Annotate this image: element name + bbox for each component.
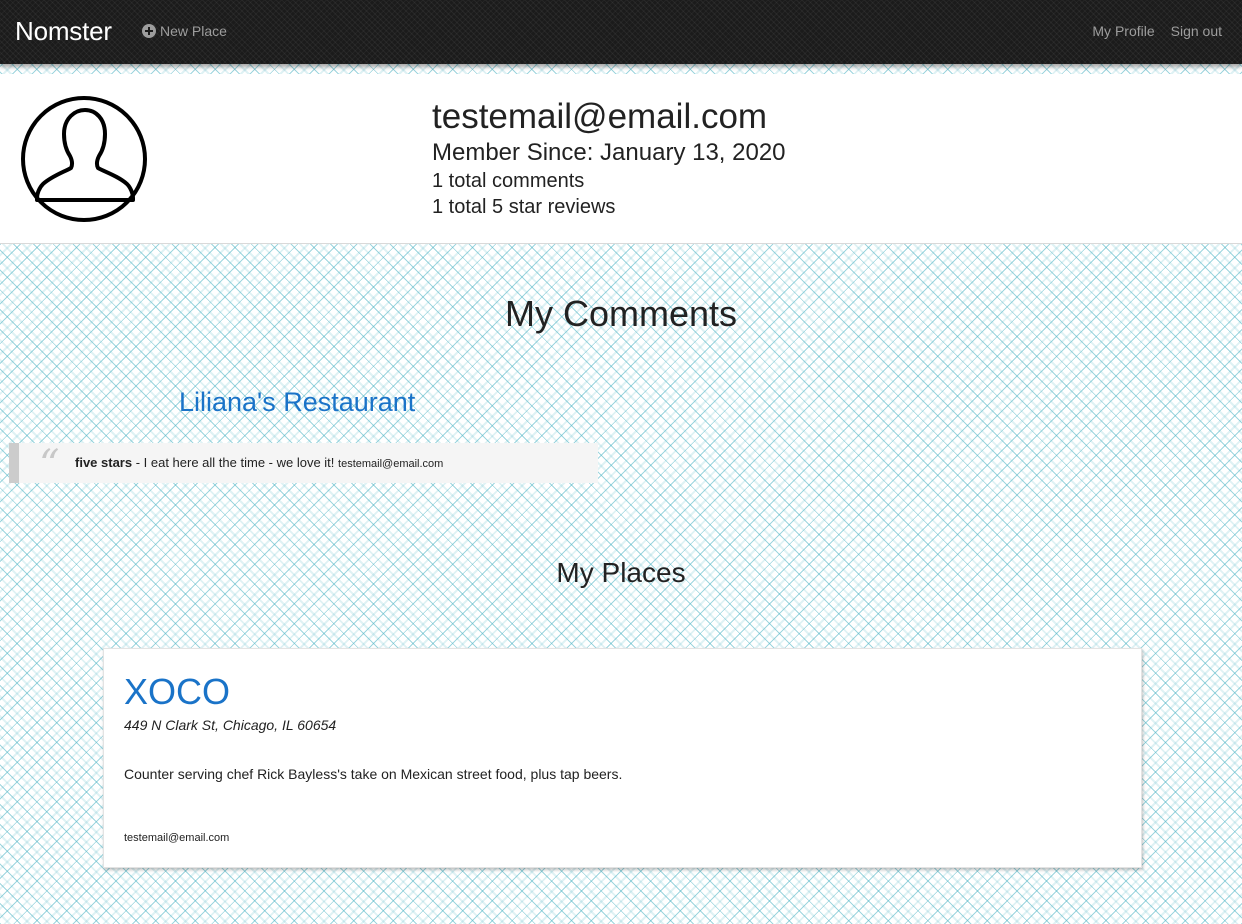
member-since: Member Since: January 13, 2020 (432, 139, 786, 166)
comment-place-link[interactable]: Liliana's Restaurant (179, 385, 415, 419)
user-silhouette-icon (21, 96, 147, 222)
place-card: XOCO 449 N Clark St, Chicago, IL 60654 C… (103, 648, 1142, 868)
quote-icon: “ (39, 442, 60, 488)
profile-header: testemail@email.com Member Since: Januar… (0, 74, 1242, 244)
my-places-title: My Places (556, 557, 686, 588)
profile-info: testemail@email.com Member Since: Januar… (432, 96, 786, 220)
brand-link[interactable]: Nomster (15, 14, 112, 48)
navbar-right: My Profile Sign out (1092, 21, 1222, 41)
profile-email: testemail@email.com (432, 97, 768, 136)
navbar: Nomster New Place My Profile Sign out (0, 0, 1242, 64)
comment-blockquote: “ five stars - I eat here all the time -… (9, 442, 598, 488)
place-address: 449 N Clark St, Chicago, IL 60654 (124, 717, 337, 733)
comment-text: five stars - I eat here all the time - w… (75, 454, 443, 473)
five-star-reviews: 1 total 5 star reviews (432, 196, 616, 218)
my-profile-link[interactable]: My Profile (1092, 21, 1154, 41)
my-comments-title: My Comments (504, 293, 738, 334)
comment-body: - I eat here all the time - we love it! (132, 455, 339, 470)
total-comments: 1 total comments (432, 170, 585, 192)
plus-circle-icon (142, 24, 156, 38)
new-place-link[interactable]: New Place (142, 21, 227, 41)
place-description: Counter serving chef Rick Bayless's take… (124, 766, 623, 782)
comment-rating: five stars (75, 455, 133, 470)
place-name-link[interactable]: XOCO (124, 671, 230, 713)
comment-author: testemail@email.com (338, 458, 444, 470)
place-owner: testemail@email.com (124, 832, 230, 844)
new-place-label: New Place (160, 23, 227, 39)
sign-out-link[interactable]: Sign out (1171, 21, 1222, 41)
